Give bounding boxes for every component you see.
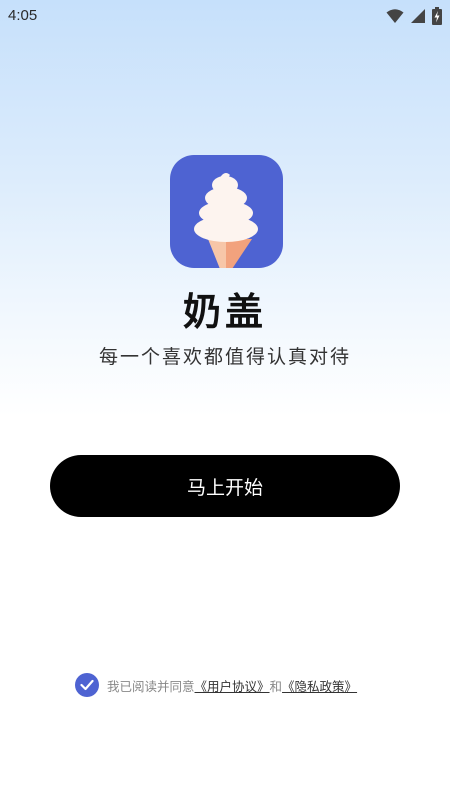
status-icons: [386, 7, 442, 25]
user-agreement-link[interactable]: 《用户协议》: [195, 676, 270, 695]
status-bar: 4:05: [0, 0, 450, 32]
app-logo: [170, 155, 283, 268]
signal-icon: [411, 9, 425, 23]
ice-cream-logo-icon: [194, 173, 258, 268]
agreement-conjunction: 和: [269, 678, 283, 694]
agreement-row: 我已阅读并同意 《用户协议》 和 《隐私政策》: [75, 673, 357, 697]
start-button[interactable]: 马上开始: [50, 455, 400, 517]
wifi-icon: [386, 9, 404, 23]
checkmark-icon: [80, 679, 94, 691]
privacy-policy-link[interactable]: 《隐私政策》: [282, 676, 357, 695]
app-name: 奶盖: [182, 290, 267, 334]
agreement-checkbox[interactable]: [75, 673, 99, 697]
status-time: 4:05: [8, 7, 38, 24]
battery-charging-icon: [432, 7, 442, 25]
agreement-prefix: 我已阅读并同意: [107, 678, 195, 694]
app-slogan: 每一个喜欢都值得认真对待: [98, 346, 351, 368]
